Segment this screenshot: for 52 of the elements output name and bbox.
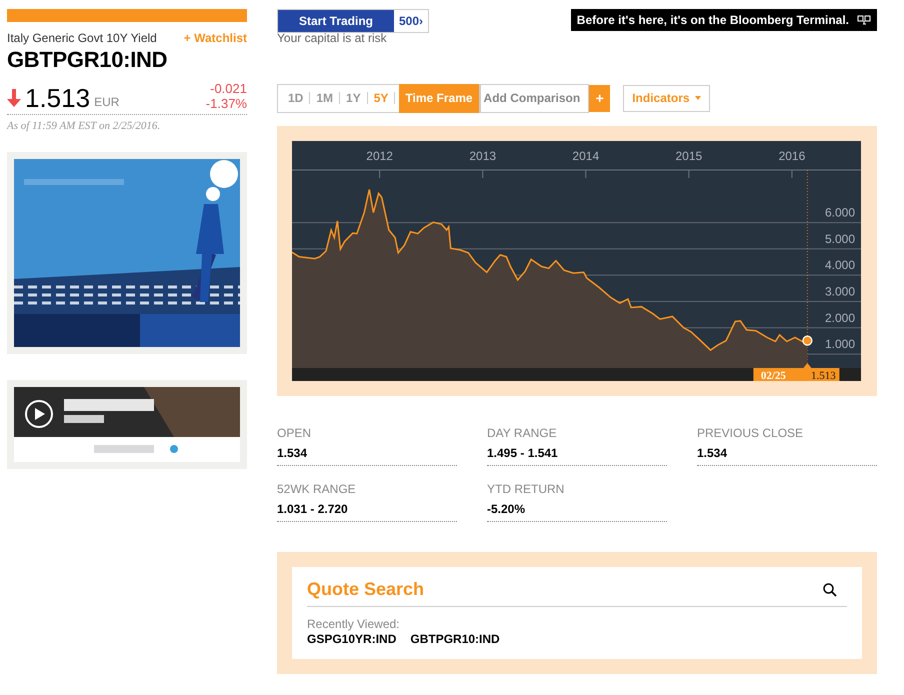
x-axis-label: 2015 [676, 149, 702, 163]
stat-value: 1.534 [277, 446, 308, 460]
time-frame-button[interactable]: Time Frame [399, 84, 479, 112]
date-label: 02/25 [760, 370, 786, 381]
recent-ticker-link[interactable]: GBTPGR10:IND [410, 632, 500, 646]
last-point-marker [802, 336, 812, 346]
percent-change: -1.37% [206, 96, 247, 111]
add-button[interactable]: + [589, 84, 610, 112]
promo-banner[interactable]: Before it's here, it's on the Bloomberg Terminal. [570, 9, 877, 31]
stat-label: YTD RETURN [487, 482, 566, 496]
stat-label: DAY RANGE [487, 426, 558, 440]
currency-label: EUR [94, 95, 120, 109]
banner-text: Before it's here, it's on the Bloomberg Terminal. [576, 13, 849, 27]
y-axis-label: 3.000 [824, 284, 855, 298]
recently-viewed-label: Recently Viewed: [307, 617, 400, 631]
timeframe-tab[interactable]: 1M [310, 92, 340, 104]
y-axis-label: 4.000 [824, 258, 855, 272]
timeframe-tab[interactable]: 1Y [340, 92, 368, 104]
recent-ticker-link[interactable]: GSPG10YR:IND [307, 632, 396, 646]
risk-warning: Your capital is at risk [277, 31, 388, 45]
y-axis-label: 5.000 [824, 232, 855, 246]
stat-label: 52WK RANGE [277, 482, 357, 496]
y-axis-label: 6.000 [824, 206, 855, 220]
x-axis-label: 2014 [572, 149, 600, 163]
x-axis-label: 2016 [778, 149, 806, 163]
start-trading-button[interactable]: Start Trading 500› [277, 9, 429, 33]
price-change: -0.021 [210, 81, 247, 96]
monitor-icon [857, 14, 871, 26]
timeframe-tab[interactable]: 5Y [368, 92, 396, 104]
quote-search-title: Quote Search [307, 579, 424, 600]
timeframe-tab[interactable]: 1D [282, 92, 310, 104]
y-axis-label: 2.000 [824, 310, 855, 325]
x-axis-label: 2012 [366, 149, 393, 163]
stat-value: 1.534 [697, 446, 728, 460]
add-comparison-field[interactable]: Add Comparison [480, 84, 590, 112]
timestamp: As of 11:59 AM EST on 2/25/2016. [7, 120, 162, 132]
search-icon [823, 582, 837, 596]
stat-value: -5.20% [487, 502, 526, 516]
stat-label: OPEN [277, 426, 312, 440]
security-name: Italy Generic Govt 10Y Yield [7, 31, 157, 45]
stat-value: 1.031 - 2.720 [277, 502, 349, 516]
watchlist-link[interactable]: + Watchlist [184, 31, 247, 45]
indicators-dropdown[interactable]: Indicators [623, 84, 710, 112]
value-label: 1.513 [811, 370, 836, 381]
price-value: 1.513 [25, 85, 90, 111]
stat-value: 1.495 - 1.541 [487, 446, 559, 460]
y-axis-label: 1.000 [824, 337, 855, 352]
x-axis-label: 2013 [469, 149, 496, 163]
caret-icon [694, 96, 701, 100]
stat-label: PREVIOUS CLOSE [697, 426, 804, 440]
ticker-symbol: GBTPGR10:IND [7, 47, 168, 73]
search-button[interactable] [823, 582, 837, 596]
